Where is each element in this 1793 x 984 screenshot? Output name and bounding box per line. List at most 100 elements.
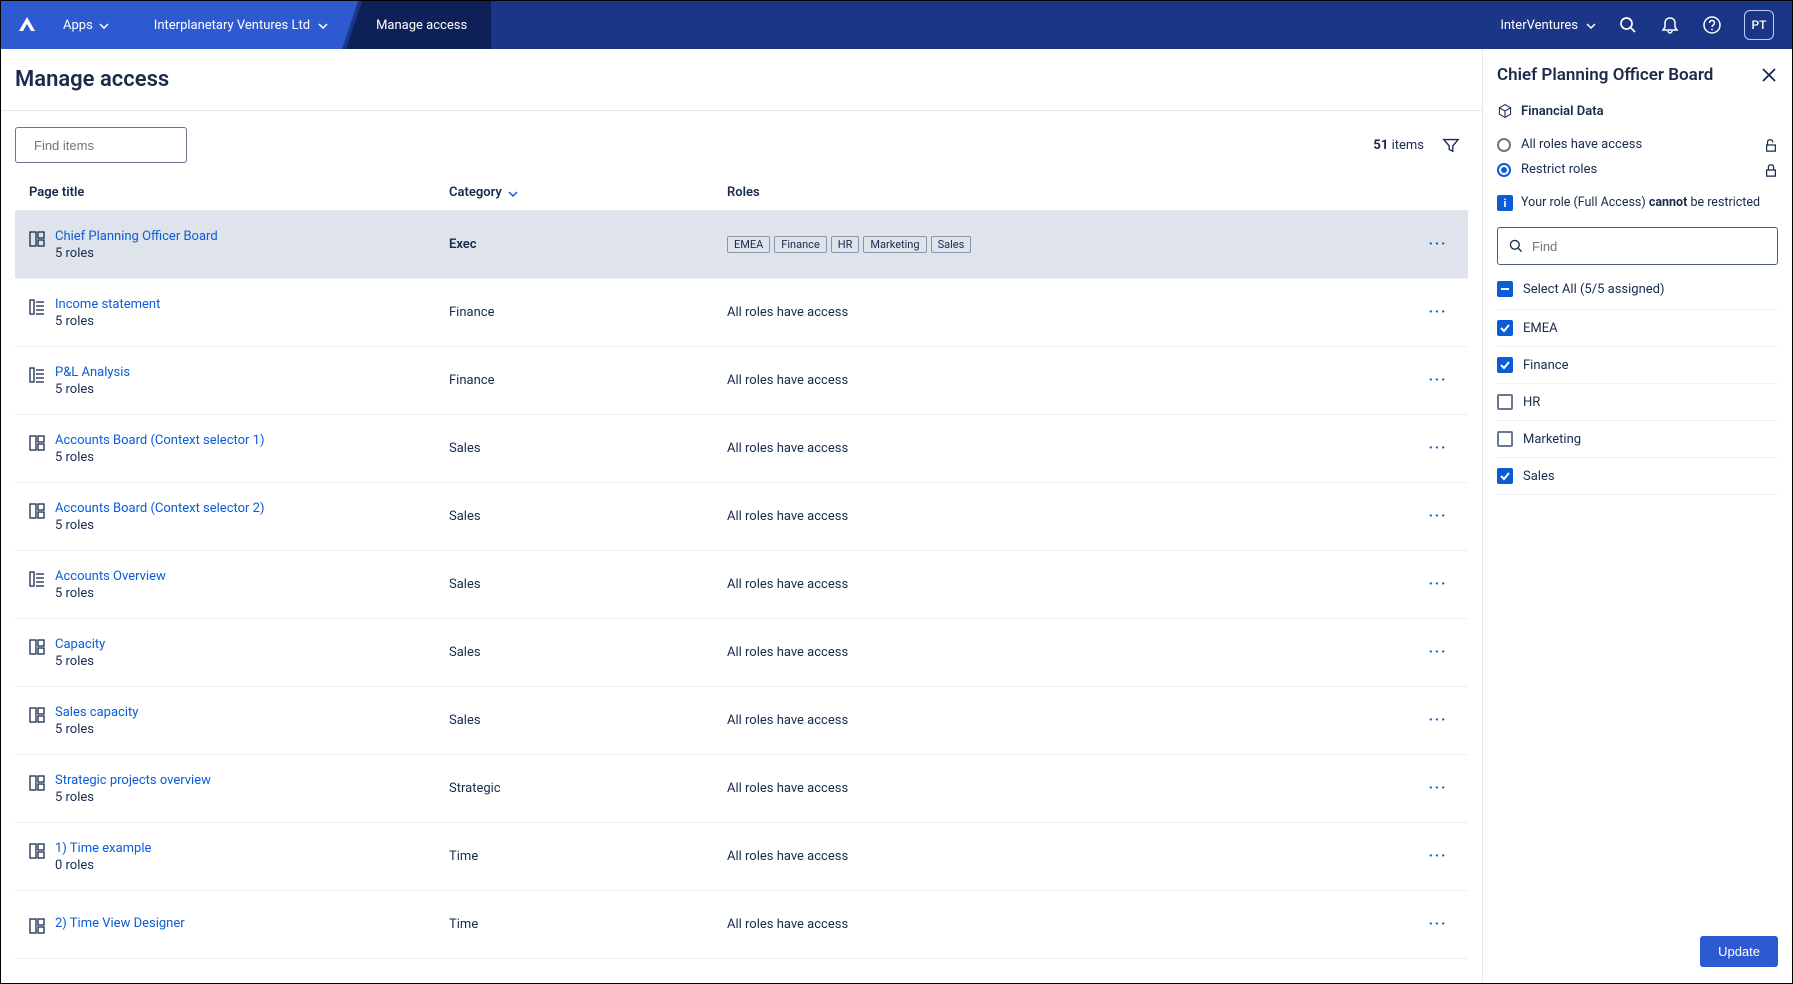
row-menu-button[interactable]: ··· — [1429, 305, 1448, 320]
row-menu-button[interactable]: ··· — [1429, 441, 1448, 456]
role-item[interactable]: Finance — [1497, 347, 1778, 384]
user-avatar[interactable]: PT — [1744, 10, 1774, 40]
row-title-link[interactable]: Chief Planning Officer Board — [55, 229, 218, 244]
page-title: Manage access — [15, 63, 1468, 110]
board-icon — [29, 231, 45, 247]
radio-restrict-roles[interactable] — [1497, 163, 1511, 177]
role-checkbox[interactable] — [1497, 468, 1513, 484]
search-icon — [1508, 238, 1524, 254]
table-row[interactable]: 1) Time example0 rolesTimeAll roles have… — [15, 823, 1468, 891]
row-menu-button[interactable]: ··· — [1429, 373, 1448, 388]
row-title-link[interactable]: P&L Analysis — [55, 365, 130, 380]
role-label: HR — [1523, 395, 1540, 410]
table-row[interactable]: 2) Time View DesignerTimeAll roles have … — [15, 891, 1468, 959]
table-row[interactable]: Income statement5 rolesFinanceAll roles … — [15, 279, 1468, 347]
row-roles: All roles have access — [727, 713, 1418, 728]
row-menu-button[interactable]: ··· — [1429, 713, 1448, 728]
row-menu-button[interactable]: ··· — [1429, 781, 1448, 796]
chevron-down-icon — [318, 23, 328, 29]
row-title-link[interactable]: Capacity — [55, 637, 105, 652]
main-content: Manage access 51 items Page title Catego… — [1, 49, 1482, 983]
avatar-initials: PT — [1752, 18, 1767, 32]
row-title-link[interactable]: Accounts Overview — [55, 569, 166, 584]
close-panel-button[interactable] — [1760, 66, 1778, 84]
table-row[interactable]: Chief Planning Officer Board5 rolesExecE… — [15, 211, 1468, 279]
logo-icon — [17, 15, 37, 35]
help-button[interactable] — [1702, 15, 1722, 35]
tenant-breadcrumb[interactable]: Interplanetary Ventures Ltd — [129, 1, 358, 49]
role-tag: Marketing — [863, 236, 926, 253]
apps-menu[interactable]: Apps — [53, 1, 129, 49]
board-icon — [29, 843, 45, 859]
row-roles-count: 0 roles — [55, 858, 151, 873]
panel-section-label: Financial Data — [1521, 104, 1604, 119]
notifications-button[interactable] — [1660, 15, 1680, 35]
row-menu-button[interactable]: ··· — [1429, 509, 1448, 524]
role-item[interactable]: Marketing — [1497, 421, 1778, 458]
table-row[interactable]: Accounts Overview5 rolesSalesAll roles h… — [15, 551, 1468, 619]
page-breadcrumb[interactable]: Manage access — [346, 1, 491, 49]
global-search-button[interactable] — [1618, 15, 1638, 35]
row-title-link[interactable]: 2) Time View Designer — [55, 916, 185, 931]
row-title-link[interactable]: Accounts Board (Context selector 2) — [55, 501, 265, 516]
row-roles: All roles have access — [727, 781, 1418, 796]
search-input[interactable] — [34, 138, 210, 153]
col-roles[interactable]: Roles — [727, 185, 1468, 200]
row-roles: All roles have access — [727, 577, 1418, 592]
table-row[interactable]: Accounts Board (Context selector 2) 5 rol… — [15, 483, 1468, 551]
row-roles-count: 5 roles — [55, 518, 265, 533]
table-row[interactable]: Accounts Board (Context selector 1)5 rol… — [15, 415, 1468, 483]
row-roles-text: All roles have access — [727, 509, 848, 524]
info-prefix: Your role (Full Access) — [1521, 195, 1649, 210]
row-title-link[interactable]: Accounts Board (Context selector 1) — [55, 433, 265, 448]
select-all-checkbox[interactable] — [1497, 281, 1513, 297]
row-roles-text: All roles have access — [727, 917, 848, 932]
row-roles-count: 5 roles — [55, 586, 166, 601]
board-icon — [29, 639, 45, 655]
row-title-link[interactable]: 1) Time example — [55, 841, 151, 856]
row-menu-button[interactable]: ··· — [1429, 577, 1448, 592]
panel-search-box[interactable] — [1497, 227, 1778, 265]
cube-icon — [1497, 103, 1513, 119]
row-title-link[interactable]: Income statement — [55, 297, 160, 312]
table-row[interactable]: P&L Analysis5 rolesFinanceAll roles have… — [15, 347, 1468, 415]
item-count-number: 51 — [1373, 138, 1388, 153]
row-menu-button[interactable]: ··· — [1429, 237, 1448, 252]
role-item[interactable]: HR — [1497, 384, 1778, 421]
row-category: Time — [449, 849, 727, 864]
radio-all-roles[interactable] — [1497, 138, 1511, 152]
col-category[interactable]: Category — [449, 185, 727, 200]
search-box[interactable] — [15, 127, 187, 163]
role-checkbox[interactable] — [1497, 431, 1513, 447]
info-icon: i — [1497, 195, 1513, 211]
row-menu-button[interactable]: ··· — [1429, 917, 1448, 932]
role-checkbox[interactable] — [1497, 394, 1513, 410]
panel-search-input[interactable] — [1532, 239, 1767, 254]
table-row[interactable]: Strategic projects overview5 rolesStrate… — [15, 755, 1468, 823]
role-checkbox[interactable] — [1497, 357, 1513, 373]
workspace-switcher[interactable]: InterVentures — [1500, 18, 1596, 33]
table-row[interactable]: Sales capacity5 rolesSalesAll roles have… — [15, 687, 1468, 755]
row-title-link[interactable]: Strategic projects overview — [55, 773, 211, 788]
role-checkbox[interactable] — [1497, 320, 1513, 336]
app-logo[interactable] — [1, 1, 53, 49]
row-roles-count: 5 roles — [55, 246, 218, 261]
tenant-label: Interplanetary Ventures Ltd — [154, 18, 310, 33]
board-icon — [29, 435, 45, 451]
row-title-link[interactable]: Sales capacity — [55, 705, 138, 720]
filter-icon — [1442, 136, 1460, 154]
col-page-title[interactable]: Page title — [29, 185, 449, 200]
row-category: Finance — [449, 373, 727, 388]
role-item[interactable]: EMEA — [1497, 310, 1778, 347]
filter-button[interactable] — [1442, 136, 1460, 154]
row-menu-button[interactable]: ··· — [1429, 645, 1448, 660]
update-button[interactable]: Update — [1700, 936, 1778, 967]
item-count-label: items — [1392, 138, 1424, 153]
role-tag: HR — [831, 236, 860, 253]
chevron-down-icon — [508, 191, 518, 197]
role-item[interactable]: Sales — [1497, 458, 1778, 495]
check-icon — [1500, 471, 1510, 481]
table-row[interactable]: Capacity5 rolesSalesAll roles have acces… — [15, 619, 1468, 687]
panel-title: Chief Planning Officer Board — [1497, 65, 1713, 85]
row-menu-button[interactable]: ··· — [1429, 849, 1448, 864]
